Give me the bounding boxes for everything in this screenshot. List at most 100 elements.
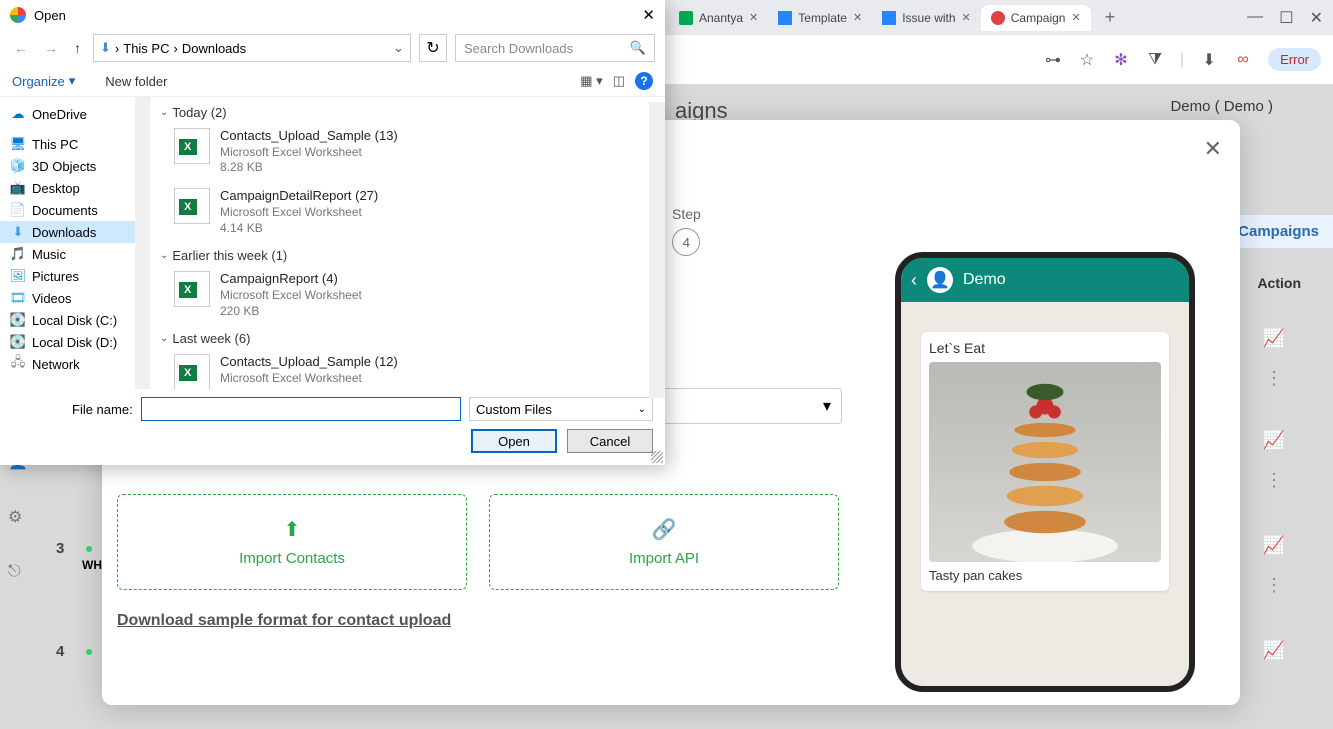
close-icon[interactable]: ✕ (853, 11, 862, 24)
logout-icon[interactable]: ⎋ (8, 563, 28, 581)
message-card: Let`s Eat Tasty pan cakes (921, 332, 1169, 591)
file-item[interactable]: CampaignDetailReport (27)Microsoft Excel… (158, 184, 657, 244)
message-title: Let`s Eat (929, 340, 1161, 356)
chart-icon[interactable]: 📈 (1263, 430, 1285, 451)
file-list: ⌄ Today (2) Contacts_Upload_Sample (13)M… (150, 97, 665, 389)
close-icon[interactable]: ✕ (1204, 136, 1222, 162)
browser-toolbar: ⊶ ☆ ✻ ⧩ | ⬇ ∞ Error (665, 35, 1333, 85)
chart-icon[interactable]: 📈 (1263, 535, 1285, 556)
link-icon: 🔗 (652, 517, 677, 542)
close-icon[interactable]: ✕ (1310, 8, 1323, 28)
column-action: Action (1257, 275, 1301, 291)
new-folder-button[interactable]: New folder (105, 74, 167, 89)
tree-item-local-disk-d-[interactable]: 💽Local Disk (D:) (0, 331, 149, 353)
excel-icon (174, 271, 210, 307)
back-icon[interactable]: ‹ (911, 270, 917, 291)
infinity-icon[interactable]: ∞ (1234, 51, 1252, 69)
new-tab-button[interactable]: + (1099, 5, 1122, 30)
help-icon[interactable]: ? (635, 72, 653, 90)
more-icon[interactable]: ⋮ (1265, 575, 1283, 596)
tree-item-3d-objects[interactable]: 🧊3D Objects (0, 155, 149, 177)
file-item[interactable]: Contacts_Upload_Sample (13)Microsoft Exc… (158, 124, 657, 184)
download-icon[interactable]: ⬇ (1200, 51, 1218, 69)
scrollbar[interactable] (135, 97, 149, 389)
tab-campaign[interactable]: Campaign✕ (981, 5, 1091, 31)
app-icon (991, 11, 1005, 25)
tree-item-music[interactable]: 🎵Music (0, 243, 149, 265)
open-button[interactable]: Open (471, 429, 557, 453)
disk-icon: 💽 (10, 334, 26, 350)
key-icon[interactable]: ⊶ (1044, 51, 1062, 69)
step-number: 4 (672, 228, 700, 256)
import-api-box[interactable]: 🔗 Import API (489, 494, 839, 590)
extension-icon[interactable]: ✻ (1112, 51, 1130, 69)
maximize-icon[interactable]: ☐ (1279, 8, 1293, 28)
more-icon[interactable]: ⋮ (1265, 470, 1283, 491)
cube-icon: 🧊 (10, 158, 26, 174)
view-icon[interactable]: ▦ ▾ (580, 73, 602, 89)
group-header[interactable]: ⌄ Today (2) (158, 101, 657, 124)
refresh-button[interactable]: ↻ (419, 34, 447, 62)
tree-item-pictures[interactable]: 🖼Pictures (0, 265, 149, 287)
file-type-filter[interactable]: Custom Files⌄ (469, 397, 653, 421)
tree-item-desktop[interactable]: 📺Desktop (0, 177, 149, 199)
step-label: Step (672, 206, 701, 222)
down-icon: ⬇ (10, 224, 26, 240)
tree-item-downloads[interactable]: ⬇Downloads (0, 221, 149, 243)
cancel-button[interactable]: Cancel (567, 429, 653, 453)
sheet-icon (679, 11, 693, 25)
preview-icon[interactable]: ◫ (613, 73, 625, 89)
tree-item-onedrive[interactable]: ☁OneDrive (0, 103, 149, 125)
tree-item-videos[interactable]: 🎞Videos (0, 287, 149, 309)
file-item[interactable]: CampaignReport (4)Microsoft Excel Worksh… (158, 267, 657, 327)
close-icon[interactable]: ✕ (962, 11, 971, 24)
filename-input[interactable] (141, 397, 461, 421)
row-number: 4 (56, 643, 64, 660)
music-icon: 🎵 (10, 246, 26, 262)
tree-item-network[interactable]: 🖧Network (0, 353, 149, 375)
group-header[interactable]: ⌄ Last week (6) (158, 327, 657, 350)
puzzle-icon[interactable]: ⧩ (1146, 51, 1164, 69)
tree-item-this-pc[interactable]: 🖥This PC (0, 133, 149, 155)
search-input[interactable]: Search Downloads 🔍 (455, 34, 655, 62)
forward-button: → (40, 38, 62, 58)
folder-tree: ☁OneDrive 🖥This PC🧊3D Objects📺Desktop📄Doc… (0, 97, 150, 389)
error-badge[interactable]: Error (1268, 48, 1321, 71)
back-button[interactable]: ← (10, 38, 32, 58)
resize-grip[interactable] (651, 451, 663, 463)
scrollbar[interactable] (649, 102, 665, 398)
file-item[interactable]: Contacts_Upload_Sample (12)Microsoft Exc… (158, 350, 657, 389)
group-header[interactable]: ⌄ Earlier this week (1) (158, 244, 657, 267)
minimize-icon[interactable]: — (1247, 8, 1263, 28)
download-sample-link[interactable]: Download sample format for contact uploa… (117, 612, 451, 630)
more-icon[interactable]: ⋮ (1265, 368, 1283, 389)
chart-icon[interactable]: 📈 (1263, 328, 1285, 349)
message-image (929, 362, 1161, 562)
up-button[interactable]: ↑ (70, 38, 85, 58)
star-icon[interactable]: ☆ (1078, 51, 1096, 69)
close-icon[interactable]: ✕ (642, 6, 655, 24)
browser-tab-strip: Anantya✕ Template✕ Issue with✕ Campaign✕… (665, 0, 1333, 35)
import-contacts-box[interactable]: ⬆ Import Contacts (117, 494, 467, 590)
chevron-down-icon[interactable]: ⌄ (393, 40, 404, 56)
row-number: 3 (56, 540, 64, 557)
tree-item-local-disk-c-[interactable]: 💽Local Disk (C:) (0, 309, 149, 331)
excel-icon (174, 188, 210, 224)
close-icon[interactable]: ✕ (749, 11, 758, 24)
tab-anantya[interactable]: Anantya✕ (669, 5, 768, 31)
settings-icon[interactable]: ⚙ (8, 507, 28, 527)
tab-issue[interactable]: Issue with✕ (872, 5, 981, 31)
vid-icon: 🎞 (10, 290, 26, 306)
organize-menu[interactable]: Organize ▾ (12, 73, 75, 89)
chart-icon[interactable]: 📈 (1263, 640, 1285, 661)
pic-icon: 🖼 (10, 268, 26, 284)
download-icon: ⬇ (100, 40, 111, 56)
close-icon[interactable]: ✕ (1071, 11, 1080, 24)
chrome-icon (10, 7, 26, 23)
upload-icon: ⬆ (284, 517, 301, 542)
tab-template[interactable]: Template✕ (768, 5, 872, 31)
chevron-down-icon: ⌄ (160, 107, 168, 118)
tree-item-documents[interactable]: 📄Documents (0, 199, 149, 221)
disk-icon: 💽 (10, 312, 26, 328)
breadcrumb[interactable]: ⬇ › This PC › Downloads ⌄ (93, 34, 411, 62)
